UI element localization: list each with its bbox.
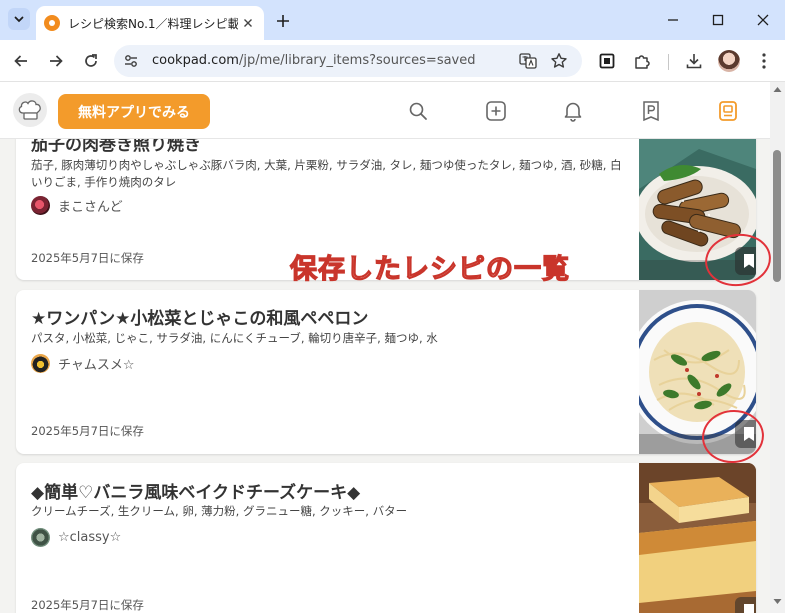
author-avatar <box>31 196 50 215</box>
saved-date: 2025年5月7日に保存 <box>31 424 144 438</box>
recipe-ingredients: 茄子, 豚肉薄切り肉やしゃぶしゃぶ豚バラ肉, 大葉, 片栗粉, サラダ油, タレ… <box>31 158 622 189</box>
browser-toolbar: cookpad.com/jp/me/library_items?sources=… <box>0 40 785 82</box>
add-recipe-icon[interactable] <box>484 99 508 123</box>
maximize-icon <box>712 14 724 26</box>
url-path: /jp/me/library_items?sources=saved <box>238 53 476 68</box>
site-info-icon[interactable] <box>122 52 140 70</box>
close-icon <box>757 14 769 26</box>
extension-square-icon[interactable] <box>596 50 618 72</box>
bookmark-star-icon[interactable] <box>549 51 569 71</box>
scroll-thumb[interactable] <box>773 150 781 282</box>
cookpad-logo-icon[interactable] <box>13 93 47 127</box>
site-header: 無料アプリでみる <box>0 82 770 139</box>
library-icon[interactable] <box>716 99 740 123</box>
reload-button[interactable] <box>80 50 102 72</box>
author-avatar <box>31 528 50 547</box>
bell-icon[interactable] <box>561 99 585 123</box>
extensions-puzzle-icon[interactable] <box>631 50 653 72</box>
tab-title: レシピ検索No.1／料理レシピ載せるなら クックパッド <box>68 16 238 31</box>
recipe-ingredients: クリームチーズ, 生クリーム, 卵, 薄力粉, グラニュー糖, クッキー, バタ… <box>31 504 408 518</box>
plus-icon <box>277 15 289 27</box>
scroll-down-arrow-icon[interactable] <box>773 598 782 605</box>
bookmark-saved-button[interactable] <box>735 597 756 613</box>
saved-recipes-list: 茄子の肉巻き照り焼き 茄子, 豚肉薄切り肉やしゃぶしゃぶ豚バラ肉, 大葉, 片栗… <box>0 139 770 613</box>
arrow-left-icon <box>14 55 27 67</box>
forward-button[interactable] <box>45 50 67 72</box>
annotation-caption: 保存したレシピの一覧 <box>289 253 570 285</box>
recipe-title[interactable]: 茄子の肉巻き照り焼き <box>31 139 201 155</box>
browser-tab-active[interactable]: レシピ検索No.1／料理レシピ載せるなら クックパッド <box>36 6 264 40</box>
toolbar-separator <box>668 54 669 70</box>
bookmark-icon <box>744 604 754 613</box>
close-window-button[interactable] <box>752 10 774 30</box>
recipe-author[interactable]: まこさんど <box>31 196 123 215</box>
address-bar[interactable]: cookpad.com/jp/me/library_items?sources=… <box>114 45 582 77</box>
reload-icon <box>85 54 97 67</box>
url-host: cookpad.com <box>152 53 239 68</box>
maximize-button[interactable] <box>707 10 729 30</box>
tab-search-button[interactable] <box>8 8 30 30</box>
recipe-author[interactable]: ☆classy☆ <box>31 528 121 547</box>
recipe-card[interactable]: ★ワンパン★小松菜とじゃこの和風ペペロン パスタ, 小松菜, じゃこ, サラダ油… <box>16 290 756 454</box>
author-name: ☆classy☆ <box>58 530 122 545</box>
premium-icon[interactable] <box>639 99 663 123</box>
close-tab-icon[interactable] <box>240 15 256 31</box>
minimize-button[interactable] <box>662 10 684 30</box>
back-button[interactable] <box>10 50 32 72</box>
profile-avatar[interactable] <box>718 50 740 72</box>
page-scrollbar[interactable] <box>770 82 785 613</box>
scroll-up-arrow-icon[interactable] <box>773 86 782 93</box>
arrow-right-icon <box>50 55 63 67</box>
chevron-down-icon <box>14 16 24 23</box>
recipe-author[interactable]: チャムスメ☆ <box>31 354 135 373</box>
new-tab-button[interactable] <box>272 10 294 32</box>
minimize-icon <box>668 19 678 21</box>
download-icon[interactable] <box>683 50 705 72</box>
author-name: まこさんど <box>58 200 123 215</box>
author-name: チャムスメ☆ <box>58 358 135 373</box>
recipe-title[interactable]: ◆簡単♡バニラ風味ベイクドチーズケーキ◆ <box>31 478 360 503</box>
recipe-photo[interactable] <box>639 463 756 613</box>
open-app-button[interactable]: 無料アプリでみる <box>58 94 210 129</box>
saved-date: 2025年5月7日に保存 <box>31 598 144 612</box>
search-icon[interactable] <box>406 99 430 123</box>
recipe-ingredients: パスタ, 小松菜, じゃこ, サラダ油, にんにくチューブ, 輪切り唐辛子, 麺… <box>31 331 438 345</box>
translate-icon[interactable] <box>518 51 538 71</box>
browser-menu-icon[interactable] <box>753 50 775 72</box>
saved-date: 2025年5月7日に保存 <box>31 251 144 265</box>
cookpad-favicon-icon <box>44 15 60 31</box>
browser-tab-strip: レシピ検索No.1／料理レシピ載せるなら クックパッド <box>0 0 785 40</box>
author-avatar <box>31 354 50 373</box>
recipe-card[interactable]: ◆簡単♡バニラ風味ベイクドチーズケーキ◆ クリームチーズ, 生クリーム, 卵, … <box>16 463 756 613</box>
url-text[interactable]: cookpad.com/jp/me/library_items?sources=… <box>152 53 476 68</box>
recipe-title[interactable]: ★ワンパン★小松菜とじゃこの和風ペペロン <box>31 304 368 329</box>
